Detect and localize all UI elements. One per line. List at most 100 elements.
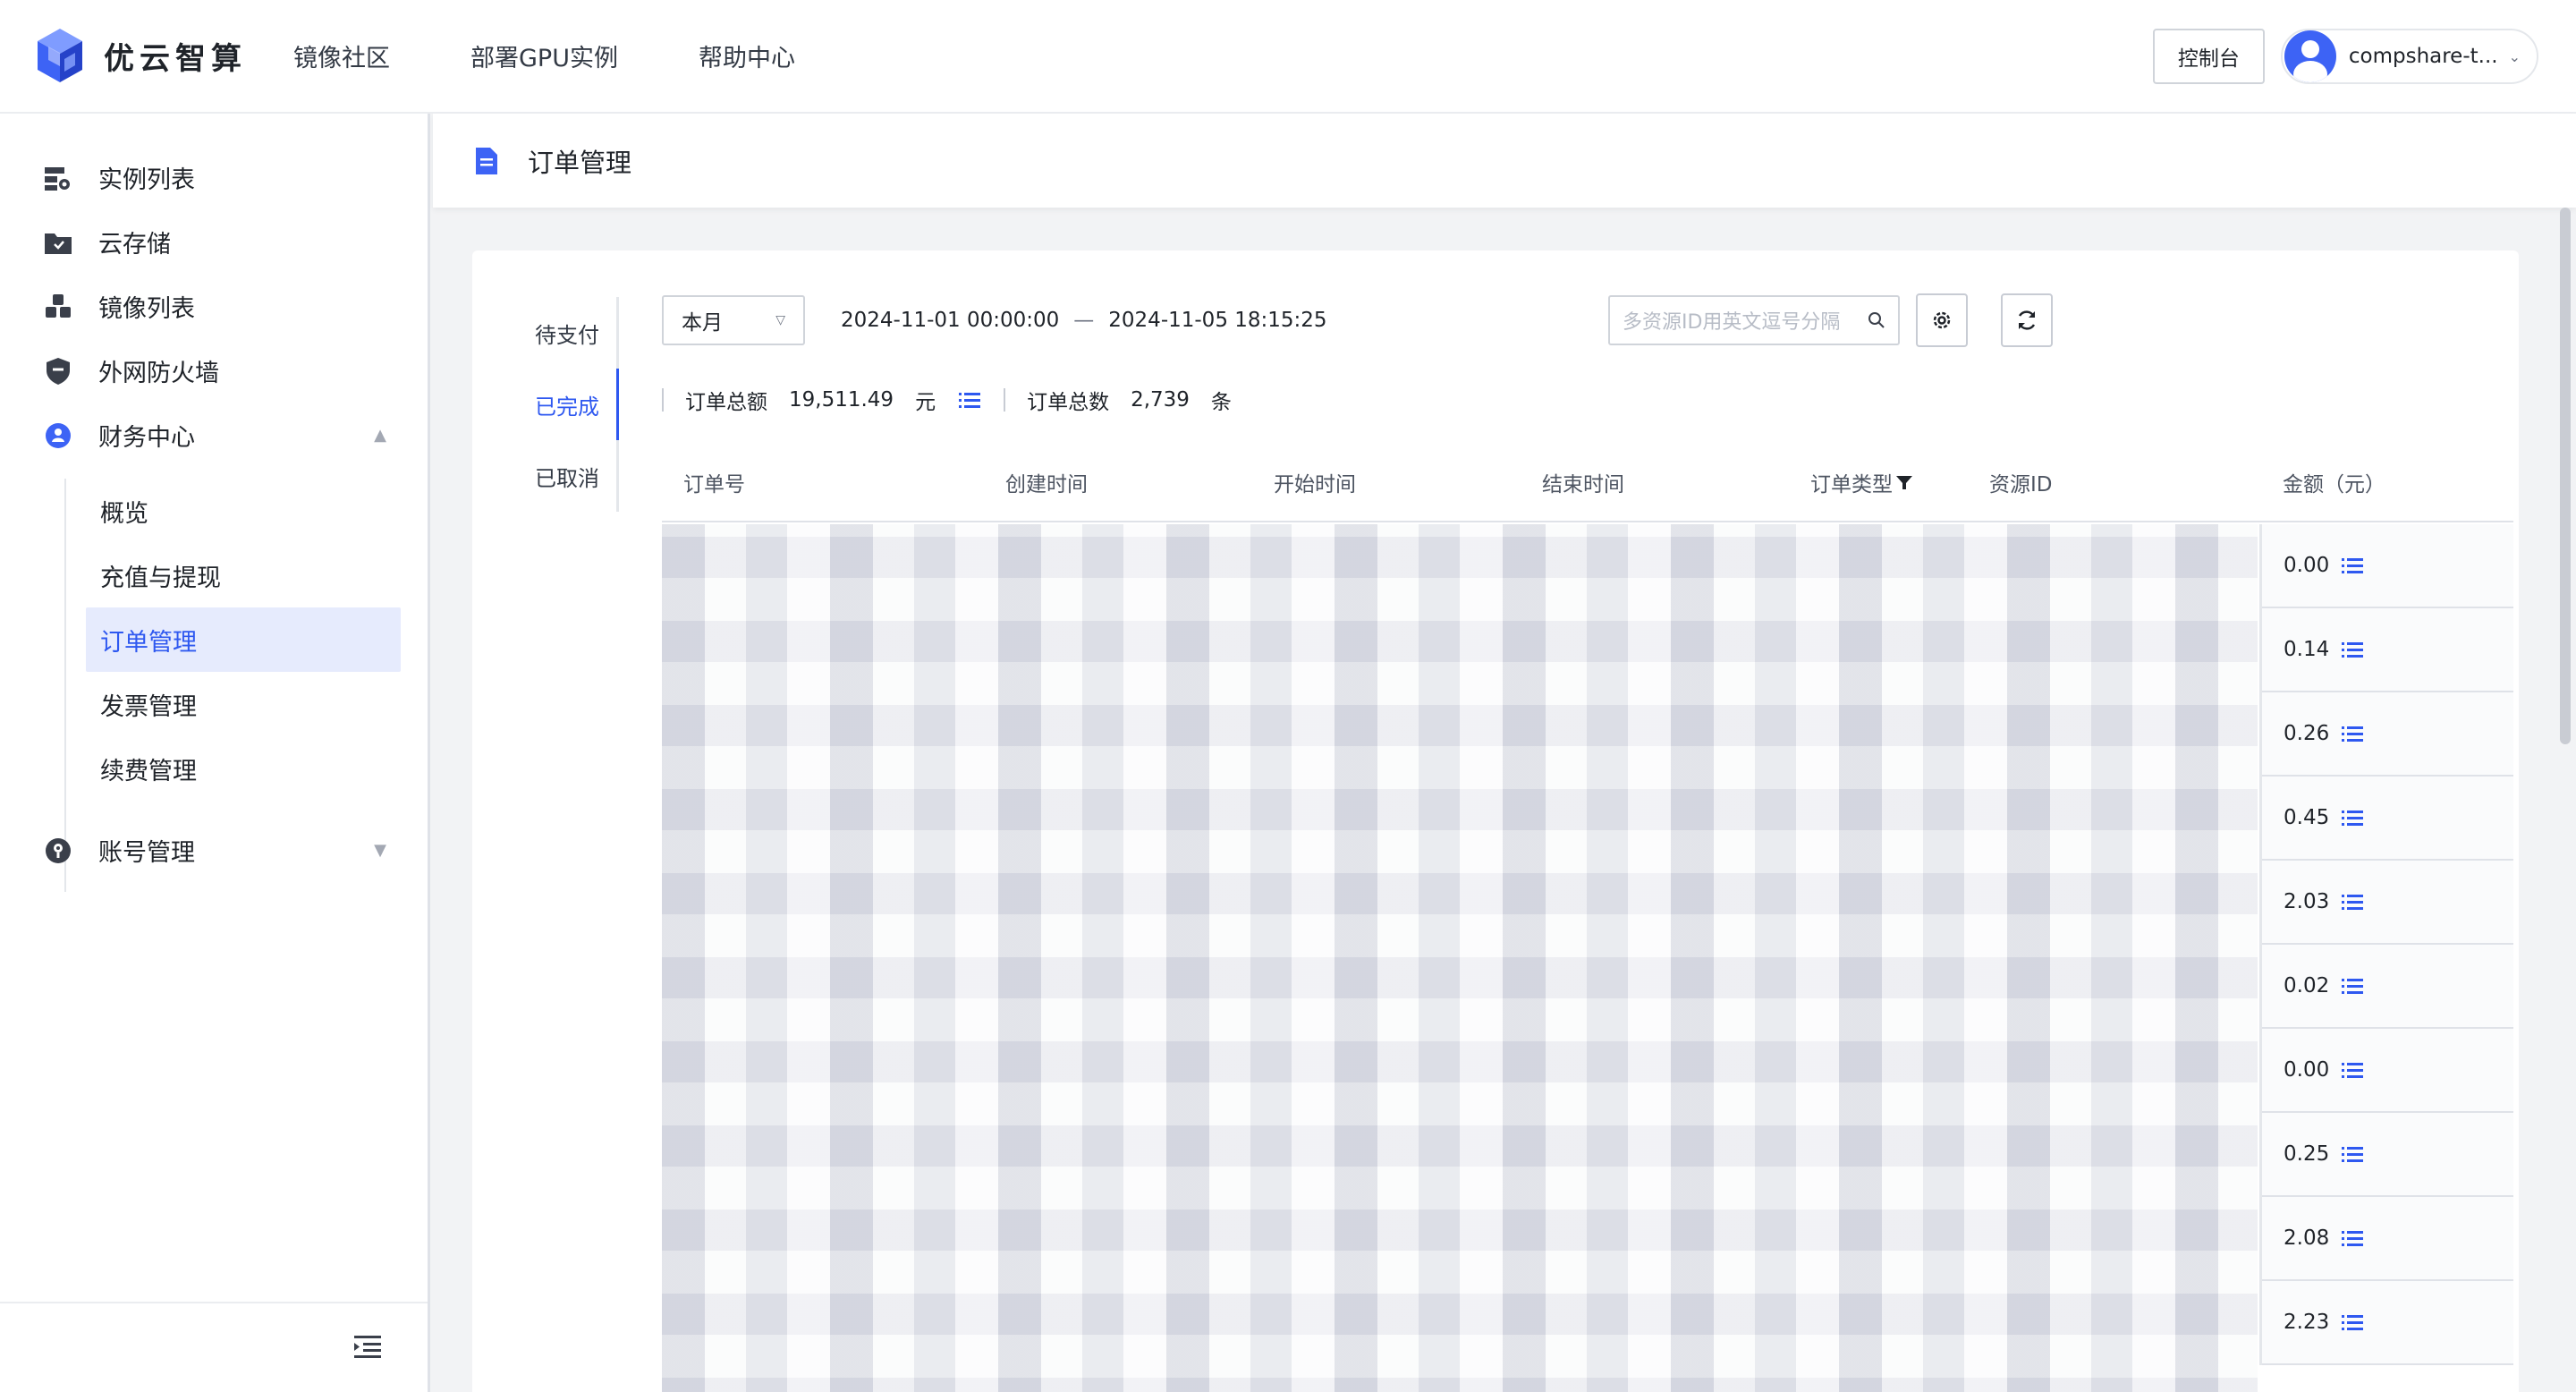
finance-icon bbox=[43, 420, 73, 451]
order-summary: 订单总额 19,511.49 元 订单总数 2,739 条 bbox=[662, 385, 1232, 415]
refresh-icon bbox=[2018, 310, 2036, 330]
user-name: compshare-t... bbox=[2348, 45, 2498, 68]
list-detail-icon[interactable] bbox=[2342, 809, 2364, 827]
sidebar-subitem-recharge[interactable]: 充值与提现 bbox=[86, 543, 401, 607]
resource-search-input[interactable]: 多资源ID用英文逗号分隔 bbox=[1608, 295, 1900, 345]
chevron-down-icon: ▼ bbox=[374, 841, 386, 860]
nav-help-center[interactable]: 帮助中心 bbox=[699, 38, 795, 73]
date-start: 2024-11-01 00:00:00 bbox=[841, 309, 1060, 332]
nav-deploy-gpu[interactable]: 部署GPU实例 bbox=[470, 38, 618, 73]
total-amount-unit: 元 bbox=[915, 391, 936, 414]
sidebar-item-images[interactable]: 镜像列表 bbox=[43, 289, 195, 324]
list-detail-icon[interactable] bbox=[2342, 1145, 2364, 1163]
table-row-amount: 2.23 bbox=[2262, 1281, 2513, 1365]
filter-icon[interactable] bbox=[1896, 474, 1912, 490]
sidebar-item-instances[interactable]: 实例列表 bbox=[43, 160, 195, 195]
sidebar-item-label: 财务中心 bbox=[98, 424, 195, 452]
amount-value: 0.14 bbox=[2284, 638, 2330, 661]
search-placeholder: 多资源ID用英文逗号分隔 bbox=[1623, 311, 1841, 334]
column-header-amount: 金额（元） bbox=[2283, 473, 2385, 497]
list-detail-icon[interactable] bbox=[2342, 1061, 2364, 1079]
server-icon bbox=[43, 163, 73, 193]
top-bar: 优云智算 镜像社区 部署GPU实例 帮助中心 控制台 compshare-t..… bbox=[0, 0, 2576, 114]
amount-value: 2.08 bbox=[2284, 1226, 2330, 1250]
date-range[interactable]: 2024-11-01 00:00:00 — 2024-11-05 18:15:2… bbox=[841, 309, 1327, 332]
page-scrollbar[interactable] bbox=[2560, 208, 2571, 744]
chevron-down-icon: ⌄ bbox=[2508, 47, 2521, 65]
table-row-amount: 0.02 bbox=[2262, 945, 2513, 1029]
table-row-amount: 2.08 bbox=[2262, 1197, 2513, 1281]
settings-button[interactable] bbox=[1916, 293, 1968, 347]
sidebar-item-account[interactable]: 账号管理 ▼ bbox=[43, 833, 386, 868]
sidebar-item-finance[interactable]: 财务中心 ▲ bbox=[43, 418, 386, 453]
list-detail-icon[interactable] bbox=[2342, 1229, 2364, 1247]
search-icon[interactable] bbox=[1868, 311, 1885, 329]
sidebar-subitem-orders[interactable]: 订单管理 bbox=[86, 607, 401, 672]
column-header-created-time: 创建时间 bbox=[1005, 473, 1088, 497]
collapse-menu-icon[interactable] bbox=[354, 1334, 381, 1359]
folder-icon bbox=[43, 227, 73, 258]
brand-name: 优云智算 bbox=[104, 41, 247, 77]
sidebar-item-label: 外网防火墙 bbox=[98, 360, 219, 387]
column-header-end-time: 结束时间 bbox=[1542, 473, 1624, 497]
sidebar-subitem-overview[interactable]: 概览 bbox=[86, 479, 401, 543]
console-button[interactable]: 控制台 bbox=[2152, 29, 2265, 84]
total-count-unit: 条 bbox=[1210, 391, 1232, 414]
amount-value: 2.23 bbox=[2284, 1311, 2330, 1334]
header-actions: 控制台 compshare-t... ⌄ bbox=[2152, 29, 2538, 84]
amount-value: 0.25 bbox=[2284, 1142, 2330, 1166]
table-row-amount: 0.00 bbox=[2262, 1029, 2513, 1113]
list-detail-icon[interactable] bbox=[2342, 641, 2364, 658]
top-navigation: 镜像社区 部署GPU实例 帮助中心 bbox=[293, 38, 876, 73]
column-header-label: 订单类型 bbox=[1810, 473, 1893, 497]
gear-icon bbox=[1933, 311, 1951, 329]
sidebar-item-label: 账号管理 bbox=[98, 839, 195, 867]
amount-value: 0.00 bbox=[2284, 554, 2330, 577]
sidebar-item-firewall[interactable]: 外网防火墙 bbox=[43, 353, 219, 388]
cubes-icon bbox=[43, 292, 73, 322]
chevron-up-icon: ▲ bbox=[374, 426, 386, 445]
list-detail-icon[interactable] bbox=[2342, 556, 2364, 574]
sidebar-item-label: 云存储 bbox=[98, 231, 171, 259]
chevron-down-icon: ▽ bbox=[775, 313, 785, 327]
sidebar-footer bbox=[0, 1302, 428, 1392]
column-header-resource-id: 资源ID bbox=[1989, 473, 2053, 497]
tab-cancelled[interactable]: 已取消 bbox=[472, 440, 619, 512]
list-detail-icon[interactable] bbox=[2342, 725, 2364, 743]
amount-value: 0.45 bbox=[2284, 806, 2330, 829]
sidebar-item-cloud-storage[interactable]: 云存储 bbox=[43, 225, 171, 259]
table-header: 订单号 创建时间 开始时间 结束时间 订单类型 资源ID 金额（元） bbox=[662, 440, 2513, 522]
page-header: 订单管理 bbox=[433, 114, 2576, 208]
list-detail-icon[interactable] bbox=[2342, 1313, 2364, 1331]
orders-card: 待支付 已完成 已取消 本月 ▽ 2024-11-01 00:00:00 — 2… bbox=[472, 250, 2519, 1392]
table-row-amount: 0.00 bbox=[2262, 524, 2513, 608]
tab-pending[interactable]: 待支付 bbox=[472, 297, 619, 369]
amount-column: 0.00 0.14 0.26 0.45 2.03 0.02 0.00 0.25 … bbox=[2259, 524, 2513, 1365]
list-detail-icon[interactable] bbox=[2342, 977, 2364, 995]
user-menu[interactable]: compshare-t... ⌄ bbox=[2280, 29, 2538, 84]
tab-completed[interactable]: 已完成 bbox=[472, 369, 619, 440]
total-count-value: 2,739 bbox=[1131, 388, 1190, 412]
sidebar-item-label: 实例列表 bbox=[98, 166, 195, 194]
total-amount-value: 19,511.49 bbox=[789, 388, 894, 412]
column-header-order-type[interactable]: 订单类型 bbox=[1810, 467, 1912, 497]
list-detail-icon[interactable] bbox=[959, 391, 981, 409]
period-value: 本月 bbox=[682, 311, 723, 335]
list-detail-icon[interactable] bbox=[2342, 893, 2364, 911]
cube-logo-icon bbox=[38, 28, 82, 82]
refresh-button[interactable] bbox=[2001, 293, 2053, 347]
table-row-amount: 2.03 bbox=[2262, 861, 2513, 945]
table-row-amount: 0.26 bbox=[2262, 692, 2513, 777]
brand-logo[interactable]: 优云智算 bbox=[34, 27, 247, 86]
page-title: 订单管理 bbox=[528, 147, 632, 178]
sidebar-subitem-renewal[interactable]: 续费管理 bbox=[86, 736, 401, 801]
amount-value: 0.02 bbox=[2284, 974, 2330, 997]
amount-value: 0.26 bbox=[2284, 722, 2330, 745]
period-select[interactable]: 本月 ▽ bbox=[662, 295, 805, 345]
table-row-amount: 0.25 bbox=[2262, 1113, 2513, 1197]
sidebar-subitem-invoices[interactable]: 发票管理 bbox=[86, 672, 401, 736]
column-header-order-id: 订单号 bbox=[683, 473, 745, 497]
sidebar-item-label: 镜像列表 bbox=[98, 295, 195, 323]
nav-image-community[interactable]: 镜像社区 bbox=[293, 38, 390, 73]
redacted-table-rows bbox=[662, 524, 2258, 1392]
